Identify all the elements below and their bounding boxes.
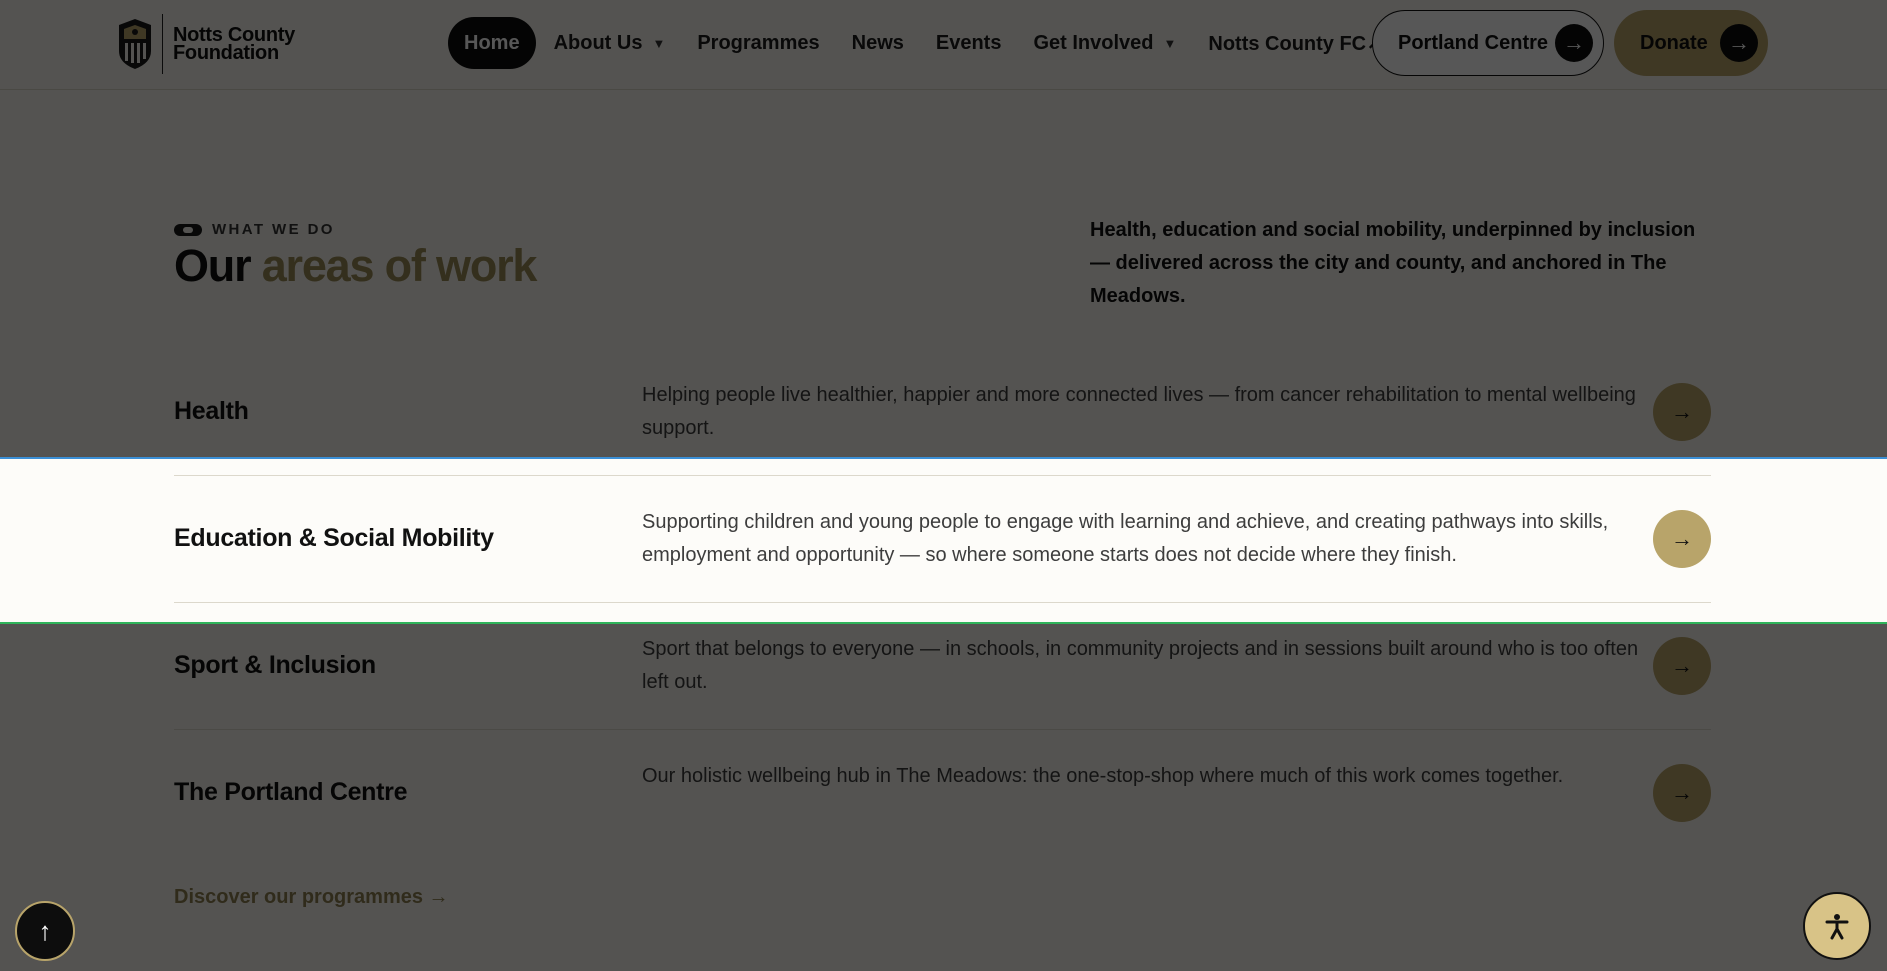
nav-about-us[interactable]: About Us ▼ [554, 32, 666, 55]
arrow-right-icon[interactable]: → [1653, 510, 1711, 568]
arrow-right-icon[interactable]: → [1653, 764, 1711, 822]
area-title: Education & Social Mobility [174, 524, 494, 552]
nav-news[interactable]: News [852, 32, 904, 55]
arrow-right-icon: → [1555, 24, 1593, 62]
nav-events[interactable]: Events [936, 32, 1002, 55]
area-title: Health [174, 397, 249, 425]
site-header: Notts County Foundation Home About Us ▼ … [0, 0, 1887, 90]
section-eyebrow: WHAT WE DO [174, 221, 335, 238]
logo-text: Notts County Foundation [173, 25, 295, 64]
section-intro: Health, education and social mobility, u… [1090, 219, 1696, 307]
area-title: Sport & Inclusion [174, 651, 376, 679]
scroll-to-top-button[interactable]: ↑ [15, 901, 75, 961]
discover-programmes-link[interactable]: Discover our programmes → [174, 886, 449, 909]
chevron-down-icon: ▼ [652, 35, 666, 51]
arrow-right-icon: → [1720, 24, 1758, 62]
area-description: Our holistic wellbeing hub in The Meadow… [642, 765, 1564, 787]
crest-icon [119, 19, 151, 69]
area-description: Helping people live healthier, happier a… [642, 384, 1636, 439]
nav-get-involved[interactable]: Get Involved ▼ [1033, 32, 1176, 55]
nav-get-involved-label: Get Involved [1033, 31, 1154, 54]
focus-line-bottom [0, 622, 1887, 624]
nav-notts-county-fc[interactable]: Notts County FC↗ [1208, 31, 1383, 56]
arrow-up-icon: ↑ [38, 915, 52, 946]
nav-home[interactable]: Home [448, 17, 536, 69]
focus-line-top [0, 457, 1887, 459]
accessibility-button[interactable] [1803, 892, 1871, 960]
area-description: Supporting children and young people to … [642, 511, 1609, 566]
accessibility-icon [1825, 914, 1849, 940]
logo-divider [162, 14, 163, 74]
area-row-portland-centre[interactable]: The Portland Centre Our holistic wellbei… [174, 730, 1711, 856]
page: Notts County Foundation Home About Us ▼ … [0, 0, 1887, 971]
portland-centre-button[interactable]: Portland Centre → [1372, 10, 1604, 76]
pill-icon [174, 223, 202, 236]
arrow-right-icon[interactable]: → [1653, 383, 1711, 441]
area-title: The Portland Centre [174, 778, 408, 806]
eyebrow-text: WHAT WE DO [212, 221, 335, 238]
site-logo[interactable]: Notts County Foundation [116, 14, 295, 74]
area-description: Sport that belongs to everyone — in scho… [642, 638, 1639, 693]
donate-label: Donate [1640, 31, 1708, 54]
portland-centre-label: Portland Centre [1398, 31, 1549, 54]
chevron-down-icon: ▼ [1163, 35, 1177, 51]
nav-about-us-label: About Us [553, 31, 643, 54]
section-title: Our areas of work [174, 240, 538, 292]
area-row-education[interactable]: Education & Social Mobility Supporting c… [174, 476, 1711, 602]
donate-button[interactable]: Donate → [1614, 10, 1768, 76]
title-accent: areas of work [261, 240, 538, 291]
logo-line-2: Foundation [173, 42, 279, 64]
arrow-right-icon[interactable]: → [1653, 637, 1711, 695]
title-plain: Our [174, 240, 252, 291]
main-nav: Home About Us ▼ Programmes News Events G… [448, 17, 1415, 69]
nav-programmes[interactable]: Programmes [697, 32, 819, 55]
